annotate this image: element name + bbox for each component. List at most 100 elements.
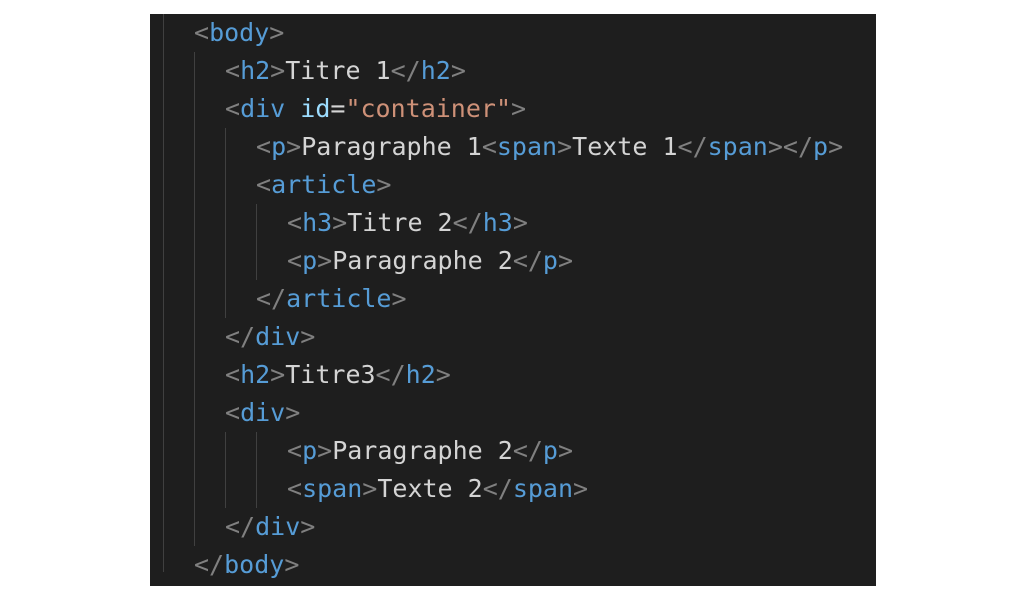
code-token-punct: > — [391, 284, 407, 313]
code-token-punct: </ — [512, 246, 543, 275]
code-token-tag: span — [302, 474, 363, 503]
indent-guide — [256, 432, 257, 508]
code-token-punct: > — [270, 56, 286, 85]
code-token-punct: > — [362, 474, 378, 503]
code-token-punct: < — [225, 56, 241, 85]
code-token-punct: > — [300, 512, 316, 541]
code-token-punct: </ — [225, 322, 256, 351]
code-token-eq: = — [330, 94, 346, 123]
code-token-punct: ></ — [767, 132, 813, 161]
code-line: <p>Paragraphe 1<span>Texte 1</span></p> — [256, 128, 843, 166]
code-token-tag: h2 — [240, 56, 271, 85]
code-token-punct: > — [557, 132, 573, 161]
code-token-punct: </ — [390, 56, 421, 85]
code-token-punct: > — [557, 436, 574, 465]
code-token-punct: > — [573, 474, 589, 503]
indent-guide — [256, 204, 257, 280]
indent-guide — [163, 14, 164, 572]
code-token-tag: div — [240, 398, 286, 427]
code-token-tag: div — [255, 322, 301, 351]
code-token-text: Paragraphe 1 — [301, 132, 482, 161]
code-line: <span>Texte 2</span> — [287, 470, 588, 508]
code-token-punct: > — [828, 132, 844, 161]
code-token-punct: > — [284, 550, 300, 579]
code-token-punct: > — [512, 208, 528, 237]
code-token-tag: span — [707, 132, 768, 161]
code-line: <p>Paragraphe 2</p> — [287, 432, 573, 470]
code-line: </article> — [256, 280, 407, 318]
code-token-tag: h3 — [482, 208, 513, 237]
code-token-punct: < — [225, 360, 241, 389]
indent-guide — [225, 432, 226, 508]
code-token-text: Paragraphe 2 — [332, 436, 513, 465]
code-token-tag: h2 — [405, 360, 436, 389]
code-line: <h2>Titre3</h2> — [225, 356, 451, 394]
code-token-tag: p — [542, 246, 558, 275]
code-line: <article> — [256, 166, 391, 204]
code-token-punct: </ — [225, 512, 256, 541]
code-token-tag: h2 — [420, 56, 451, 85]
code-line: <div id="container"> — [225, 90, 526, 128]
code-token-tag: article — [271, 170, 377, 199]
code-token-tag: p — [302, 246, 318, 275]
code-token-text: Titre 2 — [347, 208, 453, 237]
code-token-punct: > — [557, 246, 574, 275]
code-token-text: Titre 1 — [285, 56, 391, 85]
code-token-punct: </ — [256, 284, 287, 313]
code-token-punct: </ — [452, 208, 483, 237]
code-line: <div> — [225, 394, 300, 432]
code-token-punct: < — [287, 436, 303, 465]
code-line: <body> — [194, 14, 284, 52]
code-line: </body> — [194, 546, 299, 584]
code-token-tag: span — [512, 474, 574, 503]
code-token-tag: article — [286, 284, 392, 313]
code-token-punct: < — [256, 170, 272, 199]
code-token-str: "container" — [345, 94, 512, 123]
code-token-punct: </ — [512, 436, 543, 465]
code-editor[interactable]: <body> <h2>Titre 1</h2> <div id="container… — [150, 14, 876, 586]
code-token-tag: div — [255, 512, 301, 541]
code-token-punct: > — [285, 398, 301, 427]
code-token-tag: h3 — [302, 208, 333, 237]
code-token-punct: < — [225, 398, 241, 427]
code-token-text: Texte 2 — [377, 474, 483, 503]
code-line: </div> — [225, 508, 315, 546]
code-token-punct: > — [376, 170, 392, 199]
code-token-text: Titre3 — [285, 360, 376, 389]
indent-guide — [225, 128, 226, 318]
code-token-punct: < — [287, 474, 303, 503]
code-token-text: Paragraphe 2 — [332, 246, 513, 275]
code-token-punct: </ — [194, 550, 225, 579]
code-line: </div> — [225, 318, 315, 356]
code-token-punct: < — [256, 132, 272, 161]
code-line: <h2>Titre 1</h2> — [225, 52, 466, 90]
code-token-punct: > — [317, 246, 333, 275]
code-token-tag: p — [302, 436, 318, 465]
indent-guide — [194, 52, 195, 546]
code-token-text: Texte 1 — [572, 132, 678, 161]
code-line: <h3>Titre 2</h3> — [287, 204, 528, 242]
code-token-punct: </ — [677, 132, 708, 161]
code-token-punct: < — [194, 18, 210, 47]
code-token-punct: > — [332, 208, 348, 237]
code-token-punct: > — [269, 18, 285, 47]
code-token-tag: p — [813, 132, 829, 161]
code-token-punct: > — [317, 436, 333, 465]
code-token-punct: </ — [482, 474, 513, 503]
code-token-punct: < — [287, 246, 303, 275]
code-token-tag: span — [496, 132, 558, 161]
code-token-punct: < — [481, 132, 497, 161]
code-token-tag: div — [240, 94, 286, 123]
code-token-tag: p — [542, 436, 558, 465]
code-token-punct: > — [286, 132, 302, 161]
code-token-tag: h2 — [240, 360, 271, 389]
code-token-tag: p — [271, 132, 287, 161]
code-token-attr: id — [300, 94, 331, 123]
code-token-punct: > — [435, 360, 451, 389]
code-token-punct: </ — [375, 360, 406, 389]
code-token-punct: > — [511, 94, 527, 123]
code-token-punct: < — [287, 208, 303, 237]
code-line: <p>Paragraphe 2</p> — [287, 242, 573, 280]
code-token-tag: body — [224, 550, 285, 579]
